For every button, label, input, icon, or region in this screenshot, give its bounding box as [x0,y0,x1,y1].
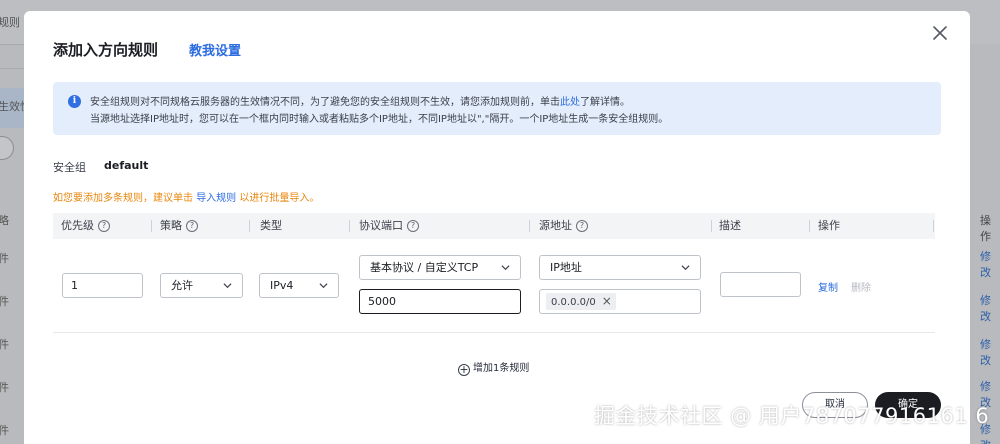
bg-text: 件 [0,295,9,308]
plus-icon: + [458,363,470,376]
security-group-label: 安全组 [53,161,86,174]
notice-line-2: 当源地址选择IP地址时，您可以在一个框内同时输入或者粘贴多个IP地址，不同IP地… [90,114,669,125]
column-label: 类型 [260,219,282,232]
column-header-protocol-port: 协议端口? [359,213,419,239]
details-link[interactable]: 此处 [560,97,580,108]
info-icon: i [68,95,81,108]
policy-value: 允许 [171,279,193,292]
hint-text: 如您要添加多条规则，建议单击 [53,193,193,204]
bg-edit-link: 修改 [980,338,991,367]
bg-text: 件 [0,252,9,265]
notice-text: 安全组规则对不同规格云服务器的生效情况不同，为了避免您的安全组规则不生效，请您添… [90,97,560,108]
column-header-type: 类型 [260,213,282,239]
column-header-source: 源地址? [539,213,588,239]
help-icon[interactable]: ? [186,220,198,232]
close-icon[interactable] [930,23,950,43]
bg-column-header: 操作 [980,214,991,243]
column-divider [809,220,810,232]
help-icon[interactable]: ? [576,220,588,232]
ip-tag: 0.0.0.0/0 × [546,293,616,310]
bulk-import-hint: 如您要添加多条规则，建议单击 导入规则 以进行批量导入。 [53,189,319,204]
import-rules-link[interactable]: 导入规则 [196,193,236,204]
watermark: 掘金技术社区 @ 用户787077916161 6 [594,404,990,428]
hint-text: 以进行批量导入。 [239,193,320,204]
column-header-actions: 操作 [818,213,840,239]
source-type-select[interactable]: IP地址 [539,255,701,280]
source-address-input[interactable]: 0.0.0.0/0 × [539,289,701,314]
bg-text: 略 [0,214,9,227]
notice-line-1: 安全组规则对不同规格云服务器的生效情况不同，为了避免您的安全组规则不生效，请您添… [90,93,630,108]
add-rule-label: 增加1条规则 [473,363,530,374]
source-type-value: IP地址 [550,261,582,274]
info-notice: i 安全组规则对不同规格云服务器的生效情况不同，为了避免您的安全组规则不生效，请… [53,82,941,135]
add-rule-button[interactable]: + 增加1条规则 [458,359,529,376]
column-header-description: 描述 [719,213,741,239]
chevron-down-icon [223,283,232,289]
security-group-value: default [104,159,149,172]
type-value: IPv4 [270,279,294,292]
column-header-priority: 优先级? [61,213,110,239]
help-icon[interactable]: ? [98,220,110,232]
remove-tag-icon[interactable]: × [602,293,612,310]
column-divider [529,220,530,232]
ip-tag-text: 0.0.0.0/0 [551,297,596,308]
add-inbound-rule-dialog: 添加入方向规则 教我设置 i 安全组规则对不同规格云服务器的生效情况不同，为了避… [24,11,970,444]
row-divider [53,332,935,333]
bg-edit-link: 修改 [980,250,991,279]
notice-text: 了解详情。 [580,97,630,108]
column-header-policy: 策略? [160,213,198,239]
help-setup-link[interactable]: 教我设置 [189,40,241,59]
column-divider [933,220,934,232]
column-divider [151,220,152,232]
delete-rule-link: 删除 [851,283,871,294]
dialog-title: 添加入方向规则 [53,41,159,59]
type-select[interactable]: IPv4 [259,273,339,298]
column-label: 描述 [719,219,741,232]
column-divider [349,220,350,232]
column-divider [711,220,712,232]
column-label: 策略 [160,219,182,232]
bg-text: 规则 [0,16,20,29]
bg-text: 件 [0,424,9,437]
chevron-down-icon [501,265,510,271]
protocol-value: 基本协议 / 自定义TCP [370,261,479,274]
column-label: 优先级 [61,219,94,232]
bg-round-button [0,136,14,160]
help-icon[interactable]: ? [407,220,419,232]
protocol-select[interactable]: 基本协议 / 自定义TCP [359,255,521,280]
bg-text: 件 [0,338,9,351]
column-label: 源地址 [539,219,572,232]
column-label: 协议端口 [359,219,403,232]
description-input[interactable] [720,272,801,297]
chevron-down-icon [319,283,328,289]
column-label: 操作 [818,219,840,232]
chevron-down-icon [681,265,690,271]
policy-select[interactable]: 允许 [160,273,243,298]
bg-text: 件 [0,381,9,394]
bg-edit-link: 修改 [980,294,991,323]
priority-input[interactable]: 1 [62,273,143,298]
bg-divider [0,44,24,45]
rules-table-header: 优先级? 策略? 类型 协议端口? 源地址? 描述 操作 [53,213,935,239]
bg-divider [0,68,24,69]
column-divider [249,220,250,232]
port-input[interactable]: 5000 [359,289,521,314]
copy-rule-link[interactable]: 复制 [818,279,838,294]
